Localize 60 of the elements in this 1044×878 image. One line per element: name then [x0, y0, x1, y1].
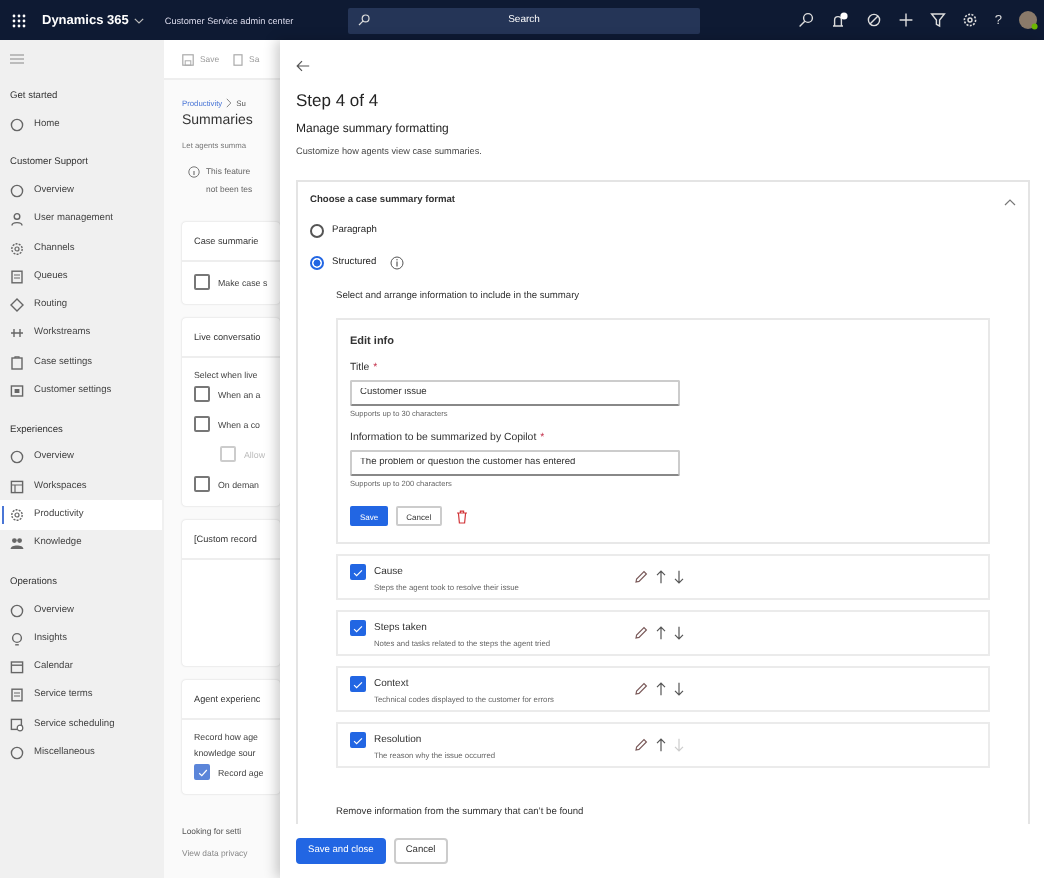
checkbox[interactable]	[194, 764, 210, 780]
checkbox[interactable]	[350, 732, 366, 748]
avatar-icon[interactable]	[1018, 10, 1038, 30]
chevron-right-icon	[226, 98, 233, 108]
arrow-down-icon[interactable]	[674, 570, 684, 584]
people-icon	[10, 536, 24, 551]
document-icon	[10, 269, 24, 284]
delete-icon[interactable]	[455, 509, 468, 523]
person-icon	[10, 212, 24, 227]
pencil-icon[interactable]	[634, 570, 648, 584]
circle-slash-icon[interactable]	[866, 12, 883, 28]
document-icon	[231, 53, 244, 65]
save-icon	[182, 53, 194, 65]
gear-icon	[10, 241, 24, 256]
pencil-icon[interactable]	[634, 738, 648, 752]
settings-icon[interactable]	[962, 12, 979, 28]
circle-icon	[10, 183, 24, 198]
radio-button[interactable]	[310, 224, 324, 238]
circle-icon	[10, 745, 24, 760]
info-icon[interactable]	[390, 256, 405, 270]
bell-icon[interactable]	[830, 11, 851, 29]
radio-button[interactable]	[310, 256, 324, 270]
flow-icon	[10, 326, 24, 341]
checkbox[interactable]	[194, 274, 210, 290]
card-icon	[10, 384, 24, 399]
search-icon	[358, 14, 370, 26]
arrow-up-icon[interactable]	[656, 570, 666, 584]
arrow-up-icon[interactable]	[656, 626, 666, 640]
clipboard-icon	[10, 355, 24, 370]
gear-icon	[10, 507, 24, 522]
search-icon[interactable]	[798, 12, 815, 28]
circle-icon	[10, 603, 24, 617]
checkbox[interactable]	[350, 564, 366, 580]
plus-icon[interactable]	[898, 12, 915, 28]
calendar-icon	[10, 660, 24, 675]
checkbox[interactable]	[194, 416, 210, 432]
window-icon	[10, 479, 24, 494]
checkbox[interactable]	[194, 476, 210, 492]
schedule-icon	[10, 717, 24, 732]
chevron-up-icon[interactable]	[1004, 197, 1016, 205]
app-launcher-icon[interactable]	[12, 13, 26, 27]
circle-icon	[10, 117, 24, 132]
pencil-icon[interactable]	[634, 626, 648, 640]
filter-icon[interactable]	[930, 12, 947, 28]
chevron-down-icon[interactable]	[134, 17, 145, 23]
arrow-down-icon[interactable]	[674, 626, 684, 640]
checkbox[interactable]	[194, 386, 210, 402]
circle-icon	[10, 450, 24, 465]
back-arrow-icon[interactable]	[296, 60, 310, 72]
arrow-up-icon[interactable]	[656, 738, 666, 752]
document-icon	[10, 688, 24, 703]
arrow-up-icon[interactable]	[656, 682, 666, 696]
arrow-down-icon[interactable]	[674, 682, 684, 696]
checkbox[interactable]	[350, 620, 366, 636]
info-icon	[188, 166, 200, 178]
panel-title: Step 4 of 4	[296, 90, 379, 110]
diamond-icon	[10, 298, 24, 313]
bulb-icon	[10, 631, 24, 646]
pencil-icon[interactable]	[634, 682, 648, 696]
checkbox[interactable]	[350, 676, 366, 692]
